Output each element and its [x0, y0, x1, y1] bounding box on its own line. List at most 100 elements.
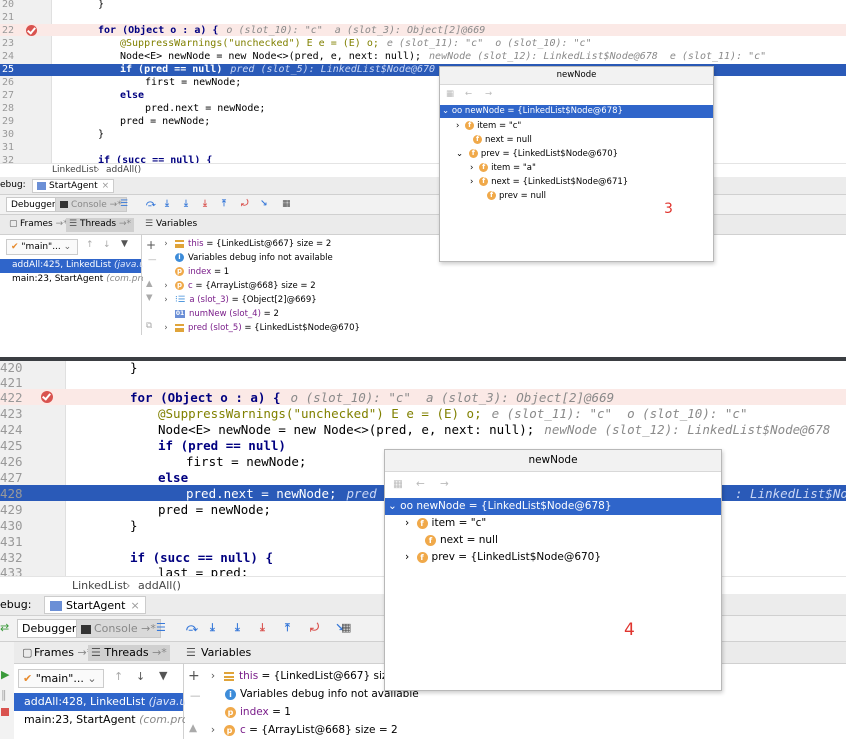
- copy-icon[interactable]: ⧉: [146, 321, 152, 331]
- frame-item[interactable]: addAll:425, LinkedList (java.util): [0, 259, 157, 273]
- expand-arrow-icon[interactable]: ›: [161, 281, 171, 291]
- chevron-right-icon[interactable]: ›: [470, 177, 473, 187]
- inspect-popup[interactable]: newNode ▦ ← → ⌄ oo newNode = {LinkedList…: [384, 449, 722, 691]
- remove-watch-icon[interactable]: —: [148, 255, 157, 265]
- tab-threads[interactable]: ☰ Threads →*: [66, 218, 135, 232]
- expand-arrow-icon[interactable]: ›: [161, 295, 171, 305]
- popup-tree-row[interactable]: f next = null: [385, 532, 721, 549]
- filter-icon[interactable]: ▼: [159, 669, 167, 682]
- back-arrow-icon[interactable]: ←: [416, 475, 425, 494]
- thread-selector[interactable]: ✔ "main"... ⌄: [6, 239, 78, 255]
- up-arrow-icon[interactable]: ↑: [86, 240, 94, 250]
- layout-menu-icon[interactable]: ☰: [120, 195, 128, 213]
- evaluate-expression-icon[interactable]: ▦: [341, 616, 351, 640]
- add-watch-icon[interactable]: +: [146, 238, 156, 252]
- force-step-into-icon[interactable]: ⤓: [260, 616, 265, 640]
- variable-row[interactable]: p index = 1: [225, 706, 291, 718]
- popup-tree-row[interactable]: ⌄ oo newNode = {LinkedList$Node@678}: [385, 498, 721, 515]
- breadcrumb-class[interactable]: LinkedList: [72, 577, 127, 594]
- popup-tree-row[interactable]: ⌄ f prev = {LinkedList$Node@670}: [440, 148, 713, 162]
- variable-row[interactable]: p index = 1: [175, 267, 229, 277]
- popup-list-icon[interactable]: ▦: [446, 87, 454, 102]
- forward-arrow-icon[interactable]: →: [440, 475, 449, 494]
- breakpoint-icon[interactable]: [26, 25, 37, 36]
- step-over-icon[interactable]: ⤓: [210, 616, 215, 640]
- tab-debugger[interactable]: Debugger: [6, 197, 61, 212]
- run-config-tab[interactable]: StartAgent ×: [32, 179, 115, 193]
- popup-tree-row[interactable]: › f item = "c": [440, 120, 713, 134]
- down-arrow-icon[interactable]: ↓: [103, 240, 111, 250]
- evaluate-expression-icon[interactable]: ▦: [282, 195, 291, 213]
- up-arrow-icon[interactable]: ↑: [114, 670, 123, 683]
- breakpoint-icon[interactable]: [41, 391, 53, 403]
- chevron-right-icon[interactable]: ›: [405, 517, 409, 529]
- popup-tree-row[interactable]: › f item = "a": [440, 162, 713, 176]
- step-out-icon[interactable]: ⤒: [222, 195, 226, 213]
- tab-debugger[interactable]: Debugger: [17, 619, 82, 638]
- variable-row[interactable]: › ⁝☰ a (slot_3) = {Object[2]@669}: [161, 295, 316, 305]
- variable-row[interactable]: › this = {LinkedList@667} size =: [207, 670, 406, 682]
- step-into-icon[interactable]: ⤓: [235, 616, 240, 640]
- close-icon[interactable]: ×: [130, 599, 139, 612]
- step-over-icon[interactable]: ⤓: [165, 195, 169, 213]
- chevron-right-icon[interactable]: ›: [470, 163, 473, 173]
- tab-console[interactable]: Console →*: [55, 197, 127, 212]
- variable-row[interactable]: › pred (slot_5) = {LinkedList$Node@670}: [161, 323, 360, 333]
- breadcrumb-method[interactable]: addAll(): [106, 164, 141, 177]
- expand-arrow-icon[interactable]: ›: [161, 323, 171, 333]
- tab-console[interactable]: Console →*: [76, 619, 161, 638]
- code-editor-top[interactable]: 20 21 22 23 24 25 26 27 28 29 30 31 32 }…: [0, 0, 846, 163]
- breadcrumb-method[interactable]: addAll(): [138, 577, 181, 594]
- step-out-icon[interactable]: ⤒: [285, 616, 290, 640]
- popup-tree-row[interactable]: f next = null: [440, 134, 713, 148]
- layout-menu-icon[interactable]: ☰: [156, 616, 166, 640]
- stop-icon[interactable]: [1, 708, 9, 716]
- chevron-down-icon[interactable]: ⌄: [442, 106, 449, 116]
- move-down-icon[interactable]: ▼: [146, 293, 153, 303]
- popup-list-icon[interactable]: ▦: [393, 475, 403, 494]
- expand-arrow-icon[interactable]: ›: [161, 239, 171, 249]
- show-execution-point-icon[interactable]: ⤼: [186, 616, 198, 640]
- resume-icon[interactable]: ▶: [1, 668, 9, 681]
- run-to-cursor-icon[interactable]: ↘: [260, 195, 268, 213]
- down-arrow-icon[interactable]: ↓: [136, 670, 145, 683]
- variable-row[interactable]: › p c = {ArrayList@668} size = 2: [161, 281, 316, 291]
- move-up-icon[interactable]: ▲: [146, 279, 153, 289]
- popup-tree-row[interactable]: › f item = "c": [385, 515, 721, 532]
- inspect-popup[interactable]: newNode ▦ ← → ⌄ oo newNode = {LinkedList…: [439, 66, 714, 262]
- move-up-icon[interactable]: ▲: [189, 722, 197, 734]
- breadcrumb-class[interactable]: LinkedList: [52, 164, 97, 177]
- tab-frames[interactable]: Frames →*: [34, 642, 92, 663]
- expand-arrow-icon[interactable]: ›: [207, 724, 219, 736]
- frame-item[interactable]: main:23, StartAgent (com.proxy): [0, 273, 161, 287]
- filter-icon[interactable]: ▼: [121, 239, 128, 249]
- variable-row[interactable]: › p c = {ArrayList@668} size = 2: [207, 724, 398, 736]
- show-execution-point-icon[interactable]: ⤼: [146, 195, 156, 213]
- variable-row[interactable]: 01 numNew (slot_4) = 2: [175, 309, 279, 319]
- popup-tree-row[interactable]: › f prev = {LinkedList$Node@670}: [385, 549, 721, 566]
- frame-item[interactable]: main:23, StartAgent (com.proxy): [14, 711, 206, 729]
- close-icon[interactable]: ×: [102, 181, 110, 191]
- chevron-down-icon[interactable]: ⌄: [388, 500, 397, 512]
- drop-frame-icon[interactable]: ⤾: [241, 195, 249, 213]
- popup-tree-row[interactable]: ⌄ oo newNode = {LinkedList$Node@678}: [440, 105, 713, 118]
- frame-item[interactable]: addAll:428, LinkedList (java.util): [14, 693, 201, 711]
- back-arrow-icon[interactable]: ←: [465, 87, 472, 102]
- chevron-down-icon[interactable]: ⌄: [456, 149, 463, 159]
- drop-frame-icon[interactable]: ⤾: [310, 616, 319, 640]
- chevron-right-icon[interactable]: ›: [456, 121, 459, 131]
- tab-variables[interactable]: Variables: [156, 215, 197, 234]
- expand-arrow-icon[interactable]: ›: [207, 670, 219, 682]
- force-step-into-icon[interactable]: ⤓: [203, 195, 207, 213]
- step-into-icon[interactable]: ⤓: [184, 195, 188, 213]
- tab-variables[interactable]: Variables: [201, 642, 251, 663]
- run-config-tab[interactable]: StartAgent ×: [44, 596, 146, 614]
- forward-arrow-icon[interactable]: →: [485, 87, 492, 102]
- thread-selector[interactable]: ✔ "main"... ⌄: [18, 669, 104, 688]
- variable-row[interactable]: › this = {LinkedList@667} size = 2: [161, 239, 331, 249]
- pause-icon[interactable]: ‖: [1, 688, 7, 701]
- popup-tree-row[interactable]: › f next = {LinkedList$Node@671}: [440, 176, 713, 190]
- rerun-icon[interactable]: ⇄: [0, 616, 9, 640]
- tab-threads[interactable]: ☰ Threads →*: [88, 645, 170, 661]
- chevron-right-icon[interactable]: ›: [405, 551, 409, 563]
